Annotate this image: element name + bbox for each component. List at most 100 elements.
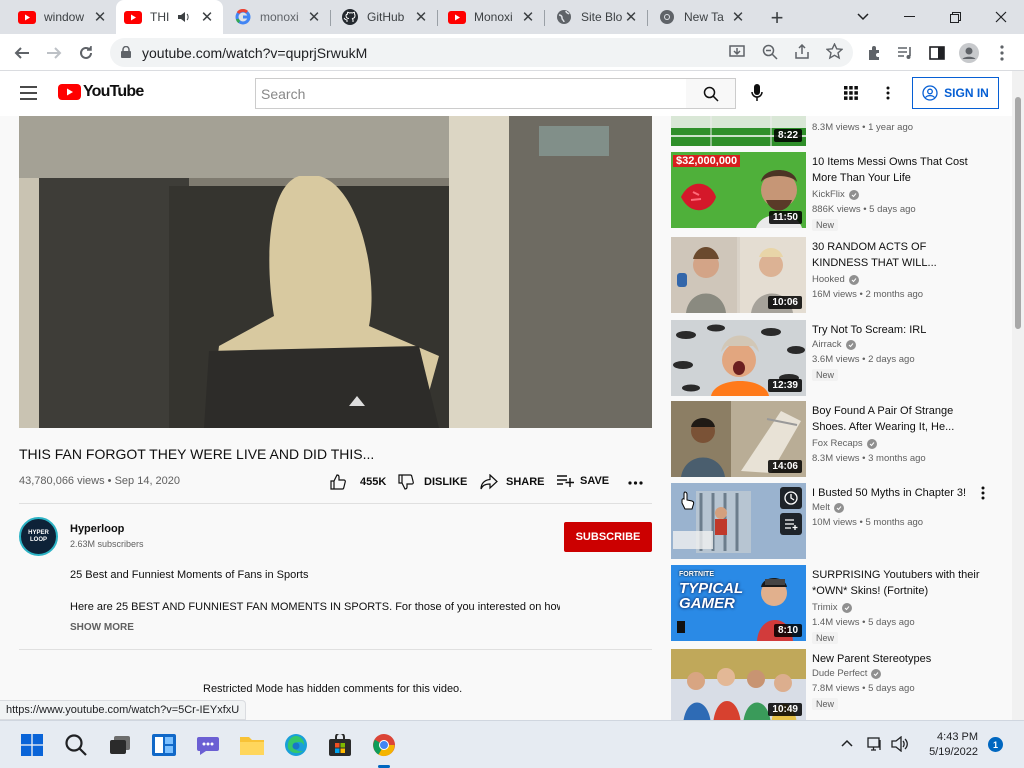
share-button[interactable]: SHARE [480, 474, 545, 490]
media-control-icon[interactable] [891, 39, 919, 67]
forward-icon[interactable] [40, 39, 68, 67]
tab-monoxi-google[interactable]: monoxi ✕ [226, 0, 330, 34]
video-title[interactable]: New Parent Stereotypes [812, 651, 982, 667]
install-app-icon[interactable] [729, 44, 745, 60]
back-icon[interactable] [8, 39, 36, 67]
video-thumbnail[interactable]: $32,000,000 11:50 [671, 152, 806, 228]
video-title[interactable]: SURPRISING Youtubers with their *OWN* Sk… [812, 567, 982, 599]
watch-later-icon[interactable] [780, 487, 802, 509]
video-title[interactable]: Boy Found A Pair Of Strange Shoes. After… [812, 403, 982, 435]
address-bar[interactable]: youtube.com/watch?v=quprjSrwukM [110, 38, 853, 67]
windows-start-icon[interactable] [16, 729, 48, 761]
save-button[interactable]: SAVE [557, 474, 609, 488]
video-thumbnail[interactable] [671, 483, 806, 559]
recommended-video[interactable]: I Busted 50 Myths in Chapter 3! Melt 10M… [671, 483, 1011, 559]
youtube-logo[interactable]: YouTube [58, 83, 144, 101]
network-icon[interactable] [867, 736, 883, 752]
minimize-icon[interactable] [886, 0, 932, 34]
recommended-video[interactable]: 10:06 30 RANDOM ACTS OF KINDNESS THAT WI… [671, 237, 1011, 313]
recommended-video[interactable]: 14:06 Boy Found A Pair Of Strange Shoes.… [671, 401, 1011, 477]
widgets-icon[interactable] [148, 729, 180, 761]
settings-more-icon[interactable] [886, 86, 890, 100]
close-window-icon[interactable] [978, 0, 1024, 34]
video-thumbnail[interactable]: FORTNITE TYPICAL GAMER 8:10 [671, 565, 806, 641]
recommended-video[interactable]: 10:49 New Parent Stereotypes Dude Perfec… [671, 649, 1011, 720]
channel-line[interactable]: Airrack [812, 339, 856, 350]
recommended-video[interactable]: 12:39 Try Not To Scream: IRL Airrack 3.6… [671, 320, 1011, 396]
add-to-queue-icon[interactable] [780, 513, 802, 535]
page-scrollbar[interactable] [1012, 71, 1024, 720]
recommended-video[interactable]: FORTNITE TYPICAL GAMER 8:10 SURPRISING Y… [671, 565, 1011, 644]
video-title[interactable]: I Busted 50 Myths in Chapter 3! [812, 485, 982, 501]
video-thumbnail[interactable]: 10:49 [671, 649, 806, 720]
side-panel-icon[interactable] [923, 39, 951, 67]
video-player[interactable] [19, 116, 652, 428]
show-more-button[interactable]: SHOW MORE [70, 622, 134, 633]
close-icon[interactable]: ✕ [413, 9, 429, 26]
tab-window[interactable]: window ✕ [10, 0, 116, 34]
tab-site-blocker[interactable]: Site Blo ✕ [547, 0, 647, 34]
subscribe-button[interactable]: SUBSCRIBE [564, 522, 652, 552]
close-icon[interactable]: ✕ [520, 9, 536, 26]
browser-menu-icon[interactable] [988, 39, 1016, 67]
close-icon[interactable]: ✕ [199, 9, 215, 26]
task-view-icon[interactable] [104, 729, 136, 761]
teams-chat-icon[interactable] [192, 729, 224, 761]
new-tab-icon[interactable]: + [765, 5, 789, 30]
notification-badge[interactable]: 1 [988, 737, 1003, 752]
video-thumbnail[interactable]: 12:39 [671, 320, 806, 396]
system-clock[interactable]: 4:43 PM 5/19/2022 [920, 730, 978, 760]
speaker-icon[interactable] [177, 9, 193, 25]
tab-github[interactable]: GitHub ✕ [333, 0, 437, 34]
video-title[interactable]: 10 Items Messi Owns That Cost More Than … [812, 154, 982, 186]
like-button[interactable]: 455K [330, 474, 386, 490]
recommended-video[interactable]: $32,000,000 11:50 10 Items Messi Owns Th… [671, 152, 1011, 231]
microphone-icon[interactable] [751, 84, 763, 102]
search-button[interactable] [686, 78, 736, 109]
video-thumbnail[interactable]: 10:06 [671, 237, 806, 313]
channel-line[interactable]: KickFlix [812, 189, 859, 200]
edge-browser-icon[interactable] [280, 729, 312, 761]
tab-search-icon[interactable] [840, 0, 886, 34]
volume-icon[interactable] [891, 736, 909, 752]
video-thumbnail[interactable]: 8:22 [671, 116, 806, 146]
close-icon[interactable]: ✕ [730, 9, 746, 26]
chrome-taskbar-icon[interactable] [368, 729, 400, 761]
recommended-video[interactable]: 8:22 8.3M views • 1 year ago [671, 116, 1011, 146]
share-page-icon[interactable] [794, 44, 810, 60]
channel-avatar[interactable]: HYPER LOOP [19, 517, 58, 556]
video-thumbnail[interactable]: 14:06 [671, 401, 806, 477]
video-title[interactable]: Try Not To Scream: IRL [812, 322, 982, 338]
bookmark-star-icon[interactable] [826, 43, 843, 60]
more-actions-icon[interactable] [628, 481, 643, 485]
chevron-up-icon[interactable] [841, 739, 853, 747]
close-icon[interactable]: ✕ [306, 9, 322, 26]
microsoft-store-icon[interactable] [324, 729, 356, 761]
tab-new-tab[interactable]: New Ta ✕ [650, 0, 754, 34]
tab-monoxi-youtube[interactable]: Monoxi ✕ [440, 0, 544, 34]
channel-line[interactable]: Trimix [812, 602, 852, 613]
channel-line[interactable]: Melt [812, 502, 844, 513]
search-icon[interactable] [60, 729, 92, 761]
sign-in-button[interactable]: SIGN IN [912, 77, 999, 109]
apps-grid-icon[interactable] [844, 86, 858, 100]
close-icon[interactable]: ✕ [623, 9, 639, 26]
dislike-button[interactable]: DISLIKE [398, 474, 467, 490]
file-explorer-icon[interactable] [236, 729, 268, 761]
search-input[interactable]: Search [255, 78, 687, 109]
channel-line[interactable]: Hooked [812, 274, 859, 285]
action-menu-icon[interactable] [981, 486, 985, 500]
lock-icon[interactable] [121, 46, 131, 58]
extensions-icon[interactable] [860, 39, 888, 67]
profile-avatar-icon[interactable] [955, 39, 983, 67]
hamburger-menu-icon[interactable] [20, 86, 37, 100]
scrollbar-thumb[interactable] [1015, 97, 1021, 329]
channel-line[interactable]: Fox Recaps [812, 438, 877, 449]
restore-icon[interactable] [932, 0, 978, 34]
reload-icon[interactable] [72, 39, 100, 67]
tab-active[interactable]: THI ✕ [116, 0, 223, 34]
channel-name[interactable]: Hyperloop [70, 523, 124, 535]
video-title[interactable]: 30 RANDOM ACTS OF KINDNESS THAT WILL... [812, 239, 982, 271]
close-icon[interactable]: ✕ [92, 9, 108, 26]
zoom-icon[interactable] [762, 44, 778, 60]
